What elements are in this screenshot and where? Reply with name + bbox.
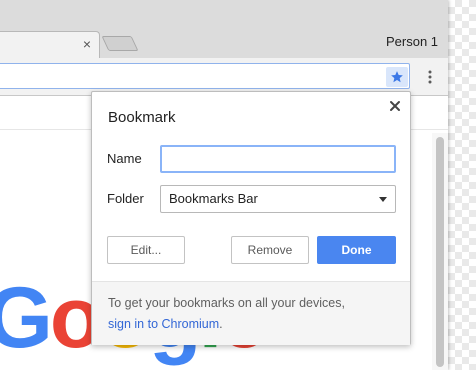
- star-icon: [391, 71, 403, 83]
- folder-label: Folder: [107, 191, 144, 206]
- dropdown-arrow-icon: [379, 197, 387, 202]
- edit-button[interactable]: Edit...: [107, 236, 185, 264]
- address-bar[interactable]: [0, 63, 410, 89]
- done-button[interactable]: Done: [317, 236, 396, 264]
- tab-strip: × Person 1: [0, 0, 448, 58]
- sign-in-promo: To get your bookmarks on all your device…: [92, 281, 410, 345]
- bubble-title: Bookmark: [108, 109, 176, 126]
- more-vert-icon: [428, 70, 432, 84]
- logo-letter: G: [0, 270, 53, 366]
- tab-close-icon[interactable]: ×: [80, 36, 94, 52]
- sign-in-link[interactable]: sign in to Chromium: [108, 317, 219, 331]
- promo-text-prefix: To get your bookmarks on all your device…: [108, 296, 345, 310]
- scrollbar-thumb[interactable]: [436, 137, 444, 367]
- bookmark-bubble: Bookmark Name Folder Bookmarks Bar Edit.…: [91, 91, 411, 345]
- profile-name[interactable]: Person 1: [386, 34, 438, 49]
- folder-dropdown[interactable]: Bookmarks Bar: [160, 185, 396, 213]
- bookmark-star-button[interactable]: [386, 67, 408, 87]
- promo-text: To get your bookmarks on all your device…: [108, 293, 345, 335]
- folder-selected-value: Bookmarks Bar: [169, 191, 258, 206]
- tab-active[interactable]: ×: [0, 31, 100, 58]
- promo-text-suffix: .: [219, 317, 223, 331]
- bookmark-name-input[interactable]: [160, 145, 396, 173]
- close-button[interactable]: [387, 98, 403, 114]
- remove-button[interactable]: Remove: [231, 236, 309, 264]
- new-tab-button[interactable]: [101, 36, 139, 51]
- name-label: Name: [107, 151, 142, 166]
- chrome-menu-button[interactable]: [424, 69, 436, 85]
- close-icon: [390, 101, 400, 111]
